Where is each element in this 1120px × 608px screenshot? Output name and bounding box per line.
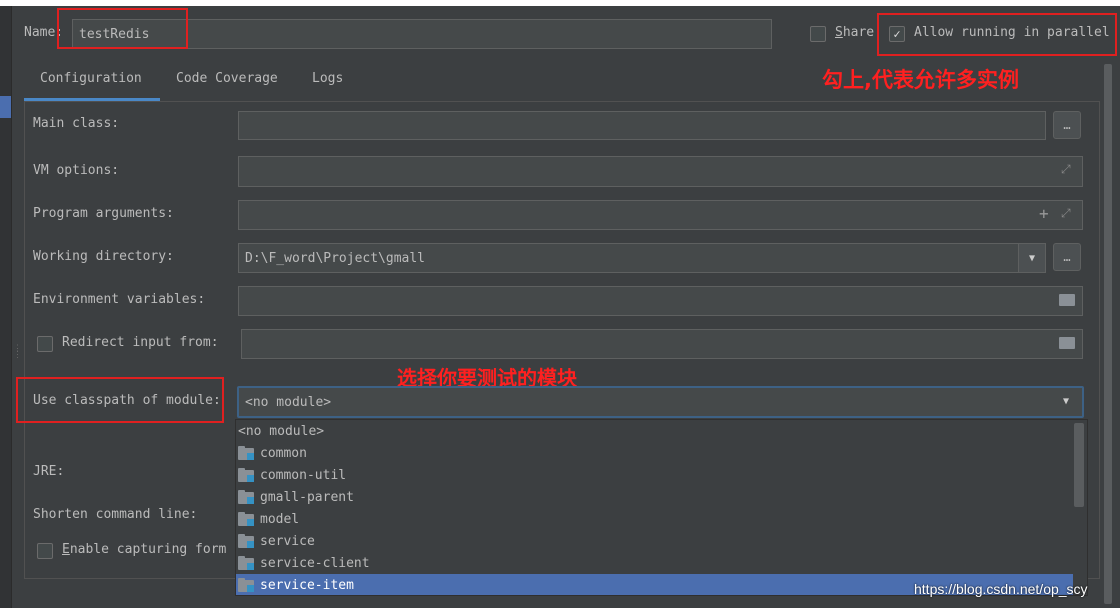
list-item-label: common — [260, 445, 307, 461]
list-item-label: service-item — [260, 577, 354, 593]
list-item-label: service-client — [260, 555, 370, 571]
main-class-input[interactable] — [238, 111, 1046, 140]
list-item[interactable]: model — [236, 508, 1087, 530]
panel-scrollbar-thumb[interactable] — [1104, 64, 1112, 604]
watermark-text: https://blog.csdn.net/op_scy — [914, 581, 1088, 597]
module-folder-icon — [238, 534, 254, 548]
list-item-label: gmall-parent — [260, 489, 354, 505]
redirect-input-label: Redirect input from: — [62, 335, 219, 350]
module-list-scrollbar[interactable] — [1073, 420, 1087, 595]
vm-options-label: VM options: — [33, 163, 120, 178]
insert-macro-icon[interactable]: + — [1039, 204, 1049, 223]
list-item-label: model — [260, 511, 300, 527]
main-class-label: Main class: — [33, 116, 120, 131]
sidebar-selected-marker — [0, 96, 11, 118]
chevron-down-icon[interactable]: ▼ — [1063, 396, 1069, 407]
parallel-highlight-box — [877, 13, 1117, 56]
folder-icon[interactable] — [1059, 294, 1075, 306]
ellipsis-icon: … — [1063, 118, 1071, 132]
window-top-edge — [0, 0, 1120, 6]
shorten-command-line-label: Shorten command line: — [33, 507, 198, 522]
working-directory-input[interactable]: D:\F_word\Project\gmall — [238, 243, 1046, 273]
tab-code-coverage[interactable]: Code Coverage — [176, 71, 278, 86]
list-item[interactable]: common-util — [236, 464, 1087, 486]
list-item[interactable]: gmall-parent — [236, 486, 1087, 508]
redirect-input-checkbox[interactable] — [37, 336, 53, 352]
environment-variables-input[interactable] — [238, 286, 1083, 316]
module-dropdown-list[interactable]: <no module> common common-util gmall-par… — [235, 419, 1088, 596]
list-item[interactable]: <no module> — [236, 420, 1087, 442]
panel-scrollbar[interactable] — [1102, 60, 1114, 608]
share-checkbox[interactable] — [810, 26, 826, 42]
expand-program-arguments-icon[interactable]: ⤢ — [1061, 206, 1071, 221]
jre-label: JRE: — [33, 464, 65, 479]
parallel-annotation: 勾上,代表允许多实例 — [822, 68, 1019, 92]
list-item-label: <no module> — [238, 423, 325, 439]
module-folder-icon — [238, 446, 254, 460]
browse-main-class-button[interactable]: … — [1053, 111, 1081, 139]
program-arguments-input[interactable] — [238, 200, 1083, 230]
classpath-highlight-box — [16, 377, 224, 423]
expand-vm-options-icon[interactable]: ⤢ — [1061, 162, 1071, 177]
environment-variables-label: Environment variables: — [33, 292, 206, 307]
vm-options-input[interactable] — [238, 156, 1083, 187]
classpath-module-value: <no module> — [245, 394, 332, 410]
list-item[interactable]: common — [236, 442, 1087, 464]
list-item-label: service — [260, 533, 315, 549]
module-folder-icon — [238, 490, 254, 504]
enable-capturing-checkbox[interactable] — [37, 543, 53, 559]
list-item[interactable]: service-client — [236, 552, 1087, 574]
module-folder-icon — [238, 512, 254, 526]
tab-logs[interactable]: Logs — [312, 71, 343, 86]
name-highlight-box — [57, 8, 188, 49]
classpath-module-select[interactable]: <no module> — [237, 386, 1084, 418]
module-folder-icon — [238, 578, 254, 592]
list-item-label: common-util — [260, 467, 347, 483]
browse-working-directory-button[interactable]: … — [1053, 243, 1081, 271]
splitter-grip-icon[interactable]: ⋮ ⋮ — [13, 345, 22, 364]
working-directory-dropdown-button[interactable]: ▼ — [1018, 244, 1045, 272]
working-directory-label: Working directory: — [33, 249, 174, 264]
ellipsis-icon: … — [1063, 250, 1071, 264]
list-item[interactable]: service — [236, 530, 1087, 552]
folder-icon[interactable] — [1059, 337, 1075, 349]
tab-configuration[interactable]: Configuration — [40, 71, 142, 86]
module-list-scrollbar-thumb[interactable] — [1074, 423, 1084, 507]
share-label: Share — [835, 25, 875, 40]
dropdown-arrow-icon: ▼ — [1028, 252, 1036, 264]
program-arguments-label: Program arguments: — [33, 206, 174, 221]
module-folder-icon — [238, 468, 254, 482]
redirect-input-field[interactable] — [241, 329, 1083, 359]
working-directory-value: D:\F_word\Project\gmall — [245, 250, 426, 266]
module-folder-icon — [238, 556, 254, 570]
enable-capturing-label: Enable capturing form — [62, 542, 227, 557]
